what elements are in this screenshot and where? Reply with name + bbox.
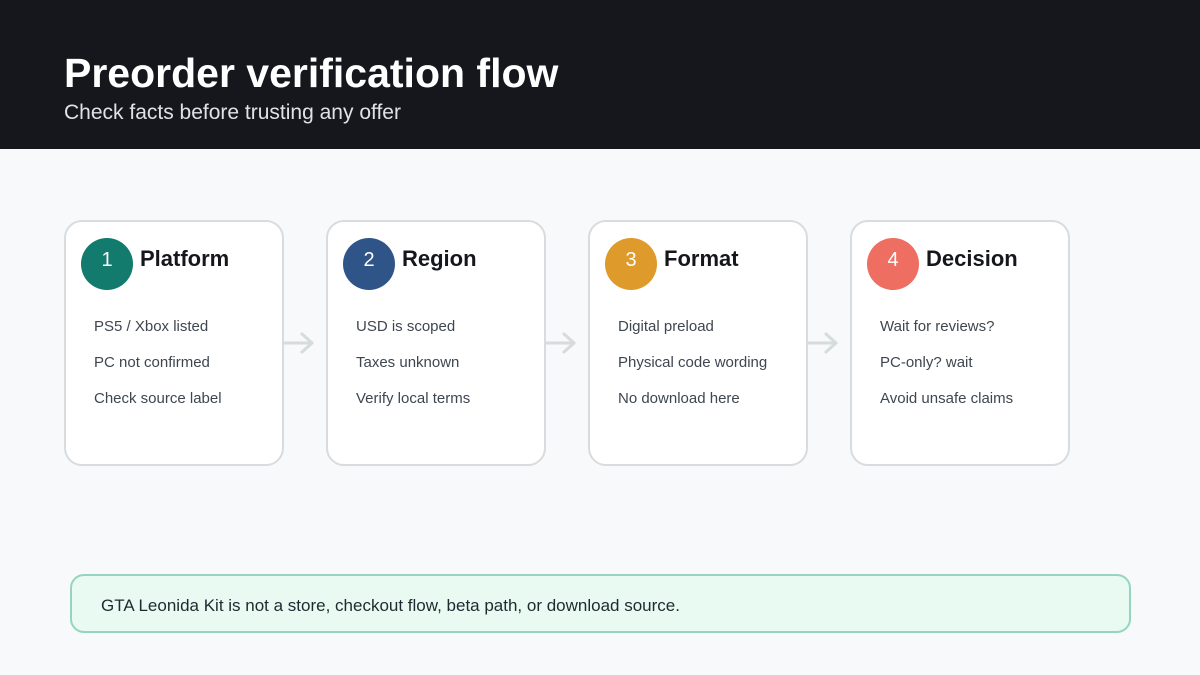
- step-title: Decision: [926, 246, 1018, 271]
- step-checklist: PS5 / Xbox listed PC not confirmed Check…: [94, 318, 222, 426]
- header-banner: Preorder verification flow Check facts b…: [0, 0, 1200, 149]
- checklist-item: PC not confirmed: [94, 354, 210, 371]
- checklist-item: Physical code wording: [618, 354, 768, 371]
- step-checklist: Digital preload Physical code wording No…: [618, 318, 767, 426]
- step-card-platform: 1 Platform PS5 / Xbox listed PC not conf…: [64, 220, 284, 466]
- page-subtitle: Check facts before trusting any offer: [64, 101, 401, 124]
- checklist-item: USD is scoped: [356, 318, 456, 335]
- flow-page: Preorder verification flow Check facts b…: [0, 0, 1200, 675]
- step-card-region: 2 Region USD is scoped Taxes unknown Ver…: [326, 220, 546, 466]
- step-title: Format: [664, 246, 739, 271]
- step-card-format: 3 Format Digital preload Physical code w…: [588, 220, 808, 466]
- checklist-item: Check source label: [94, 390, 222, 407]
- page-title: Preorder verification flow: [64, 50, 559, 96]
- checklist-item: PC-only? wait: [880, 354, 973, 371]
- checklist-item: No download here: [618, 390, 740, 407]
- checklist-item: Digital preload: [618, 318, 714, 335]
- arrow-right-icon: [806, 332, 838, 354]
- disclaimer-text: GTA Leonida Kit is not a store, checkout…: [101, 596, 680, 615]
- checklist-item: Taxes unknown: [356, 354, 460, 371]
- step-card-decision: 4 Decision Wait for reviews? PC-only? wa…: [850, 220, 1070, 466]
- step-number-badge: 4: [867, 238, 919, 290]
- checklist-item: Wait for reviews?: [880, 318, 995, 335]
- checklist-item: PS5 / Xbox listed: [94, 318, 209, 335]
- disclaimer-note: GTA Leonida Kit is not a store, checkout…: [70, 574, 1131, 633]
- step-number-badge: 3: [605, 238, 657, 290]
- checklist-item: Avoid unsafe claims: [880, 390, 1014, 407]
- arrow-right-icon: [282, 332, 314, 354]
- step-number-badge: 1: [81, 238, 133, 290]
- step-checklist: Wait for reviews? PC-only? wait Avoid un…: [880, 318, 1013, 426]
- step-number-badge: 2: [343, 238, 395, 290]
- step-checklist: USD is scoped Taxes unknown Verify local…: [356, 318, 470, 426]
- checklist-item: Verify local terms: [356, 390, 471, 407]
- step-title: Platform: [140, 246, 230, 271]
- step-title: Region: [402, 246, 477, 271]
- arrow-right-icon: [544, 332, 576, 354]
